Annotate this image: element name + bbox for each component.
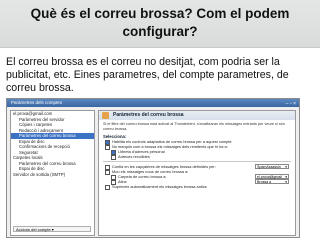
slide-title-line1: Què és el correu brossa? Com el podem (30, 6, 290, 21)
account-settings-screenshot: Paràmetres dels comptes – ▫ × el.prova@g… (6, 98, 300, 238)
option-dropdown[interactable]: Brossa a (255, 179, 289, 184)
account-tree: el.prova@gmail.com Paràmetres del servido… (10, 110, 95, 236)
account-tree-list: el.prova@gmail.com Paràmetres del servido… (11, 111, 94, 177)
account-actions-button[interactable]: Accions del compte ▾ (13, 226, 91, 232)
settings-description: Si el filtre del correu brossa està acti… (103, 122, 285, 131)
window-title: Paràmetres dels comptes (11, 100, 63, 105)
tree-item[interactable]: Servidor de sortida (SMTP) (11, 172, 94, 178)
option-row: Adreces recollides (99, 154, 295, 160)
junk-settings-panel: Paràmetres del correu brossa Si el filtr… (98, 110, 296, 236)
slide-body-text: El correu brossa es el correu no desitja… (6, 56, 289, 94)
checkbox[interactable] (111, 154, 116, 160)
option-label: Suprimeix automàticament els missatges b… (112, 184, 207, 190)
option-dropdown[interactable]: SpamAssassin (255, 164, 289, 169)
window-titlebar: Paràmetres dels comptes – ▫ × (7, 99, 299, 107)
window-controls[interactable]: – ▫ × (286, 100, 296, 108)
slide-title-bar: Què és el correu brossa? Com el podem co… (0, 0, 320, 48)
junk-mail-icon (102, 112, 109, 119)
option-checkbox-row[interactable]: Suprimeix automàticament els missatges b… (99, 184, 295, 190)
option-label: Adreces recollides (118, 154, 150, 160)
slide-title: Què és el correu brossa? Com el podem co… (20, 5, 300, 41)
option-checkbox-row[interactable]: Adreces recollides (99, 154, 295, 160)
section-divider (103, 161, 291, 163)
option-list: Habilita els controls adaptatius de corr… (99, 139, 295, 190)
panel-header: Paràmetres del correu brossa (99, 111, 295, 120)
option-row: Suprimeix automàticament els missatges b… (99, 184, 295, 190)
panel-header-title: Paràmetres del correu brossa (113, 112, 184, 118)
option-dropdown[interactable]: el.prova@gmail (255, 174, 289, 179)
slide-title-line2: configurar? (122, 24, 198, 39)
checkbox[interactable] (105, 184, 110, 190)
section-title: Selecciona: (103, 134, 127, 140)
